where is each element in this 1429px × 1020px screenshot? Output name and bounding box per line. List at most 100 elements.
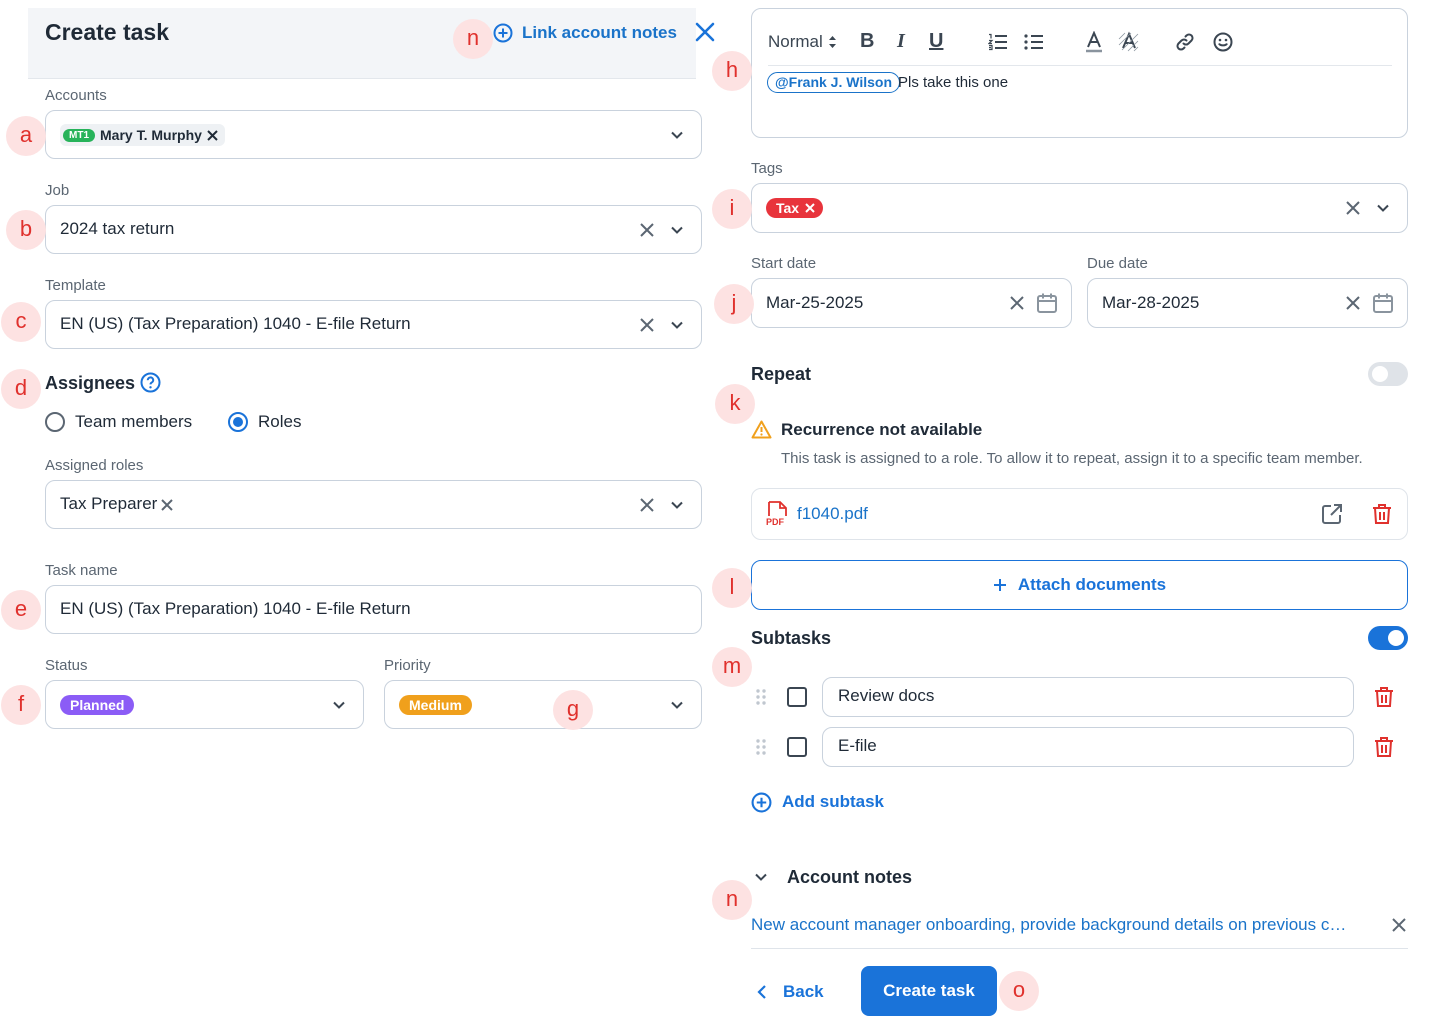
sort-arrows-icon [828, 36, 836, 48]
marker-k: k [715, 384, 755, 424]
task-name-label: Task name [45, 562, 118, 579]
highlight-icon[interactable] [1118, 31, 1140, 53]
chevron-left-icon [757, 985, 766, 999]
page-title: Create task [45, 19, 170, 45]
add-subtask-button[interactable]: Add subtask [751, 790, 884, 814]
close-icon[interactable] [695, 22, 715, 42]
file-name-link[interactable]: f1040.pdf [797, 504, 868, 524]
template-value: EN (US) (Tax Preparation) 1040 - E-file … [60, 314, 411, 333]
remove-account-icon[interactable] [207, 129, 218, 141]
remove-role-icon[interactable] [160, 498, 174, 512]
tag-chip: Tax [766, 198, 824, 218]
calendar-icon[interactable] [1372, 292, 1394, 314]
drag-handle-icon[interactable] [755, 688, 767, 706]
drag-handle-icon[interactable] [755, 738, 767, 756]
marker-c: c [1, 302, 41, 342]
open-external-icon[interactable] [1321, 503, 1343, 525]
chevron-down-icon[interactable] [670, 128, 684, 142]
marker-n: n [453, 19, 493, 59]
subtasks-toggle-knob [1388, 630, 1404, 646]
ordered-list-icon[interactable] [988, 33, 1008, 51]
chevron-down-icon[interactable] [1376, 201, 1390, 215]
bullet-list-icon[interactable] [1024, 33, 1044, 51]
account-chip-name: Mary T. Murphy [100, 127, 202, 143]
tag-label: Tax [776, 200, 800, 216]
team-members-label[interactable]: Team members [75, 412, 192, 432]
subtasks-toggle[interactable] [1368, 626, 1408, 650]
attach-documents-label: Attach documents [1017, 575, 1167, 594]
underline-icon[interactable]: U [929, 30, 943, 53]
bold-icon[interactable]: B [860, 30, 874, 53]
marker-h: h [712, 51, 752, 91]
chevron-down-icon[interactable] [754, 870, 768, 884]
link-account-notes-button[interactable]: Link account notes [493, 20, 677, 46]
delete-subtask-icon[interactable] [1374, 686, 1394, 708]
status-label: Status [45, 657, 88, 674]
chevron-down-icon[interactable] [670, 698, 684, 712]
priority-badge: Medium [399, 695, 472, 715]
mention-chip[interactable]: @Frank J. Wilson [767, 72, 900, 93]
warning-text: This task is assigned to a role. To allo… [781, 450, 1363, 467]
assigned-roles-label: Assigned roles [45, 457, 144, 474]
marker-m: m [712, 647, 752, 687]
subtask-input[interactable] [822, 727, 1354, 767]
plus-circle-icon [751, 792, 772, 812]
accounts-label: Accounts [45, 87, 107, 104]
job-label: Job [45, 182, 70, 199]
subtask-text: Review docs [838, 686, 935, 705]
marker-a: a [6, 116, 46, 156]
delete-subtask-icon[interactable] [1374, 736, 1394, 758]
marker-o: o [999, 971, 1039, 1011]
priority-label: Priority [384, 657, 431, 674]
chevron-down-icon[interactable] [670, 498, 684, 512]
calendar-icon[interactable] [1036, 292, 1058, 314]
comment-text: Pls take this one [898, 74, 1009, 91]
repeat-toggle[interactable] [1368, 362, 1408, 386]
plus-icon [993, 579, 1006, 591]
marker-b: b [6, 210, 46, 250]
clear-icon[interactable] [639, 497, 655, 513]
emoji-icon[interactable] [1213, 32, 1233, 52]
link-icon[interactable] [1175, 32, 1195, 52]
due-date-label: Due date [1087, 255, 1148, 272]
account-note-link[interactable]: New account manager onboarding, provide … [751, 915, 1346, 935]
marker-j: j [714, 284, 754, 324]
clear-icon[interactable] [1345, 200, 1361, 216]
chevron-down-icon[interactable] [670, 223, 684, 237]
text-style-select[interactable]: Normal [768, 32, 837, 52]
back-button[interactable]: Back [757, 980, 824, 1004]
status-badge: Planned [60, 695, 135, 715]
marker-i: i [712, 189, 752, 229]
subtask-checkbox[interactable] [787, 737, 807, 757]
task-name-value: EN (US) (Tax Preparation) 1040 - E-file … [60, 599, 411, 618]
tags-select[interactable] [751, 183, 1408, 233]
account-badge: MT1 [63, 128, 95, 142]
remove-note-icon[interactable] [1391, 917, 1407, 933]
roles-label[interactable]: Roles [258, 412, 301, 432]
delete-file-icon[interactable] [1372, 503, 1392, 525]
marker-d: d [1, 369, 41, 409]
assignees-title: Assignees [45, 373, 136, 393]
clear-icon[interactable] [639, 317, 655, 333]
chevron-down-icon[interactable] [332, 698, 346, 712]
remove-tag-icon[interactable] [805, 203, 815, 213]
help-icon[interactable] [140, 372, 161, 393]
assigned-role-value: Tax Preparer [60, 494, 158, 513]
subtask-row: Review docs [751, 677, 1408, 717]
link-account-notes-label: Link account notes [522, 23, 677, 42]
clear-icon[interactable] [1345, 295, 1361, 311]
account-chip: MT1 Mary T. Murphy [60, 124, 225, 146]
marker-g: g [553, 690, 593, 730]
roles-radio[interactable] [228, 412, 248, 432]
italic-icon[interactable]: I [897, 30, 905, 53]
divider [751, 948, 1408, 949]
clear-icon[interactable] [1009, 295, 1025, 311]
chevron-down-icon[interactable] [670, 318, 684, 332]
text-color-icon[interactable] [1084, 31, 1104, 53]
start-date-value: Mar-25-2025 [766, 293, 864, 312]
attach-documents-button[interactable]: Attach documents [751, 560, 1408, 610]
subtask-checkbox[interactable] [787, 687, 807, 707]
team-members-radio[interactable] [45, 412, 65, 432]
create-task-button[interactable]: Create task [861, 966, 997, 1016]
clear-icon[interactable] [639, 222, 655, 238]
